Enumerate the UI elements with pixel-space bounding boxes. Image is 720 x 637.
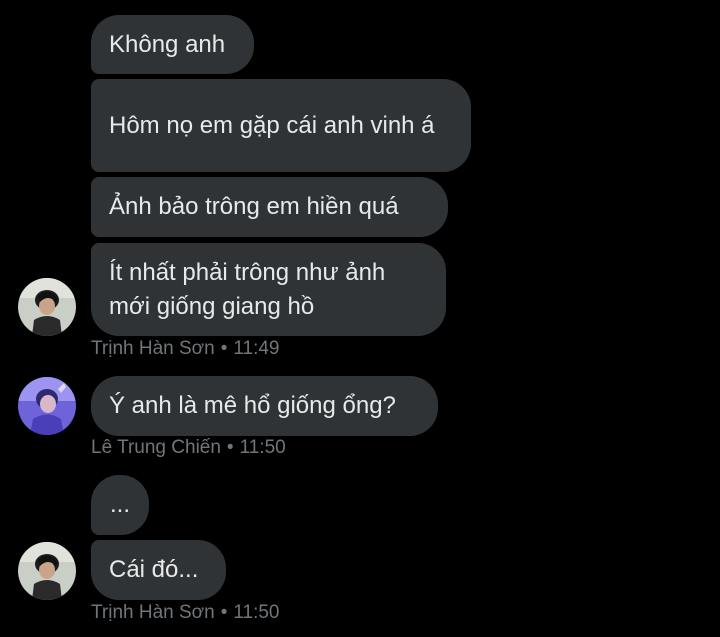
message-bubble[interactable]: Không anh [91, 15, 254, 74]
meta-separator: • [220, 602, 228, 623]
avatar[interactable] [18, 542, 76, 600]
sender-name: Trịnh Hàn Sơn [91, 602, 215, 623]
message-text: Cái đó... [109, 556, 199, 583]
message-text: Hôm nọ em gặp cái anh vinh á [109, 111, 435, 139]
message-bubble[interactable]: Cái đó... [91, 540, 226, 600]
message-bubble[interactable]: Hôm nọ em gặp cái anh vinh á [91, 79, 471, 172]
timestamp: 11:50 [239, 437, 286, 458]
message-meta: Trịnh Hàn Sơn • 11:49 [91, 337, 280, 361]
meta-separator: • [226, 437, 234, 458]
sender-name: Lê Trung Chiến [91, 437, 221, 458]
message-bubble[interactable]: Ảnh bảo trông em hiền quá [91, 177, 448, 237]
message-text: Ít nhất phải trông như ảnh mới giống gia… [109, 258, 386, 320]
message-meta: Lê Trung Chiến • 11:50 [91, 436, 286, 460]
message-text: Ý anh là mê hổ giống ổng? [109, 392, 396, 419]
message-bubble[interactable]: Ít nhất phải trông như ảnh mới giống gia… [91, 243, 446, 336]
avatar[interactable] [18, 377, 76, 435]
message-text: Không anh [109, 30, 226, 58]
meta-separator: • [220, 338, 228, 359]
user-avatar-photo-icon [18, 542, 76, 600]
message-meta: Trịnh Hàn Sơn • 11:50 [91, 601, 280, 625]
avatar[interactable] [18, 278, 76, 336]
user-avatar-photo-icon [18, 377, 76, 435]
message-text: Ảnh bảo trông em hiền quá [109, 193, 399, 220]
message-bubble[interactable]: ... [91, 475, 149, 535]
message-text: ... [109, 491, 130, 518]
sender-name: Trịnh Hàn Sơn [91, 338, 215, 359]
user-avatar-photo-icon [18, 278, 76, 336]
timestamp: 11:49 [233, 338, 280, 359]
timestamp: 11:50 [233, 602, 280, 623]
message-bubble[interactable]: Ý anh là mê hổ giống ổng? [91, 376, 438, 436]
